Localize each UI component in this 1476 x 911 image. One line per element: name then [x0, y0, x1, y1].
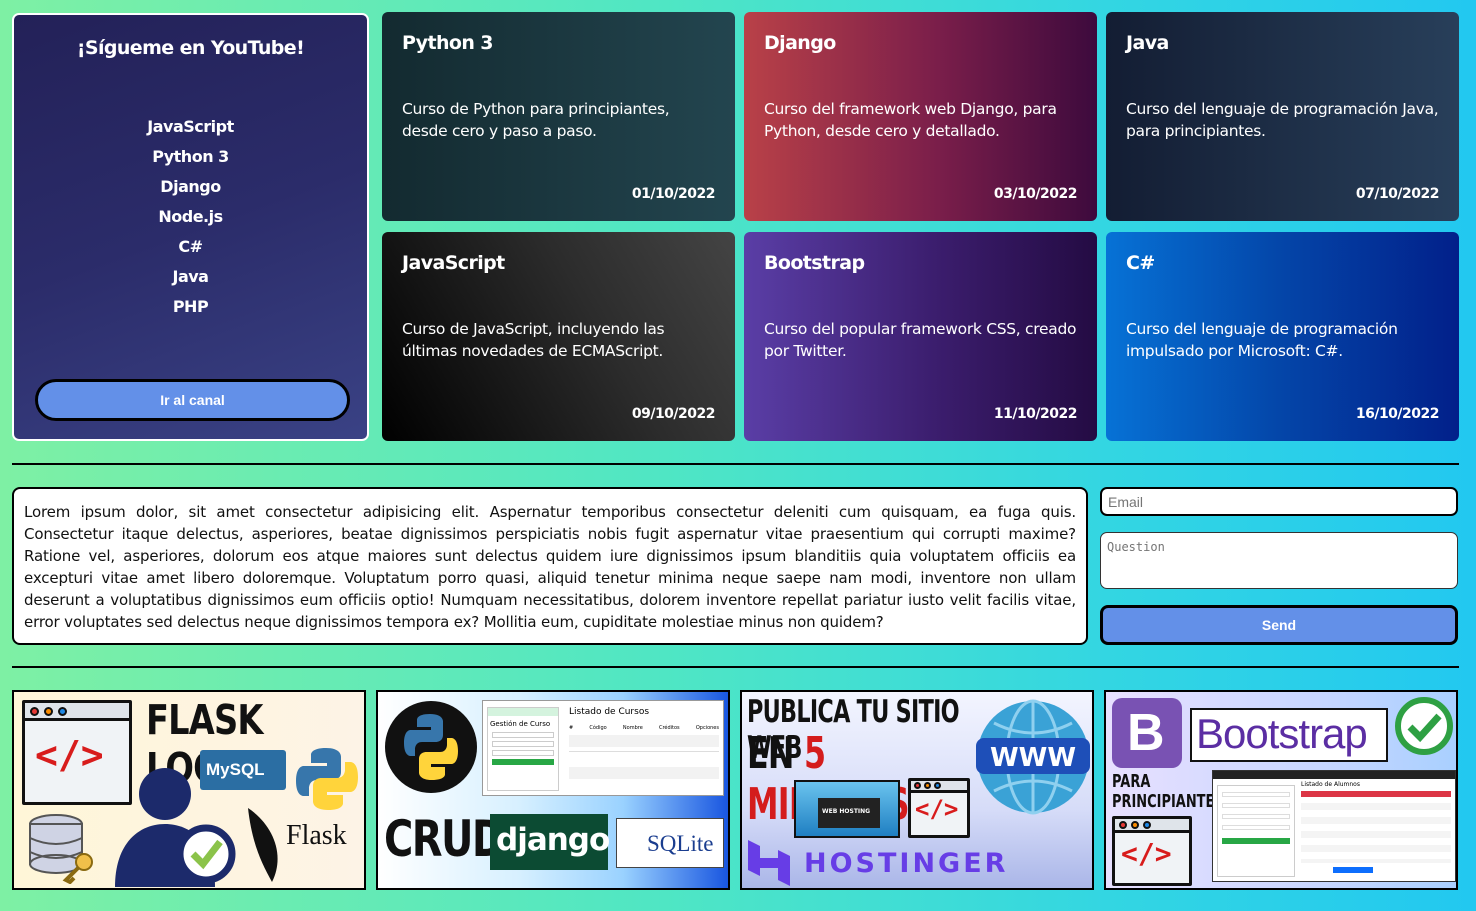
- card-date: 09/10/2022: [631, 406, 716, 422]
- card-date: 11/10/2022: [993, 406, 1078, 422]
- send-button[interactable]: Send: [1100, 605, 1458, 645]
- user-check-icon: [115, 768, 236, 887]
- thumbnail-flask-login[interactable]: </> FLASK LOGIN MySQL Flask: [12, 690, 366, 890]
- sidebar-item-java: Java: [172, 267, 209, 286]
- para-principiantes-label: PARA PRINCIPIANTES: [1112, 771, 1224, 812]
- flask-horn-icon: [248, 808, 278, 882]
- card-date: 16/10/2022: [1355, 406, 1440, 422]
- go-to-channel-button[interactable]: Ir al canal: [35, 379, 350, 421]
- hostinger-brand: HOSTINGER: [804, 848, 1009, 879]
- svg-text:WWW: WWW: [990, 743, 1076, 773]
- divider-top: [12, 463, 1459, 465]
- card-description: Curso del lenguaje de programación impul…: [1126, 320, 1398, 360]
- course-card-python[interactable]: Python 3 Curso de Python para principian…: [382, 12, 735, 221]
- card-description: Curso de JavaScript, incluyendo las últi…: [402, 320, 665, 360]
- sidebar-item-csharp: C#: [178, 237, 203, 256]
- sidebar-item-nodejs: Node.js: [158, 207, 223, 226]
- hostinger-logo-icon: [748, 840, 790, 886]
- course-card-csharp[interactable]: C# Curso del lenguaje de programación im…: [1106, 232, 1459, 441]
- database-key-icon: [29, 814, 93, 884]
- card-title: Java: [1126, 32, 1169, 54]
- card-description: Curso del lenguaje de programación Java,…: [1126, 100, 1439, 140]
- sidebar-item-django: Django: [160, 177, 221, 196]
- card-title: Django: [764, 32, 836, 54]
- divider-bottom: [12, 666, 1459, 668]
- sidebar-item-javascript: JavaScript: [147, 117, 234, 136]
- card-description: Curso del popular framework CSS, creado …: [764, 320, 1077, 360]
- python-logo-icon: [296, 748, 358, 810]
- python-logo-icon: [385, 701, 477, 793]
- sqlite-logo: SQLite: [616, 818, 724, 868]
- crud-app-mockup: Gestión de Curso Listado de Cursos # Códi…: [482, 700, 724, 796]
- bootstrap-app-mockup: Listado de Alumnos: [1212, 770, 1456, 882]
- crud-word: CRUD: [384, 810, 505, 868]
- course-card-java[interactable]: Java Curso del lenguaje de programación …: [1106, 12, 1459, 221]
- card-title: C#: [1126, 252, 1155, 274]
- card-date: 07/10/2022: [1355, 186, 1440, 202]
- email-field[interactable]: [1100, 487, 1458, 516]
- sidebar-course-list: JavaScript Python 3 Django Node.js C# Ja…: [14, 115, 367, 325]
- card-date: 01/10/2022: [631, 186, 716, 202]
- code-window-icon: </>: [1112, 816, 1192, 886]
- card-description: Curso de Python para principiantes, desd…: [402, 100, 670, 140]
- card-title: Python 3: [402, 32, 493, 54]
- card-title: JavaScript: [402, 252, 505, 274]
- course-card-django[interactable]: Django Curso del framework web Django, p…: [744, 12, 1097, 221]
- course-card-javascript[interactable]: JavaScript Curso de JavaScript, incluyen…: [382, 232, 735, 441]
- thumbnail-hostinger[interactable]: PUBLICA TU SITIO WEB EN 5 MINUTOS WWW WE…: [740, 690, 1094, 890]
- question-field[interactable]: [1100, 532, 1458, 589]
- server-icon: WEB HOSTING: [794, 780, 900, 838]
- card-date: 03/10/2022: [993, 186, 1078, 202]
- django-logo: django: [490, 814, 610, 870]
- sidebar-title: ¡Sígueme en YouTube!: [76, 37, 305, 59]
- youtube-sidebar: ¡Sígueme en YouTube! JavaScript Python 3…: [12, 13, 369, 441]
- bootstrap-word-box: Bootstrap: [1190, 708, 1388, 762]
- flask-word: Flask: [286, 820, 347, 851]
- thumbnail-bootstrap[interactable]: B Bootstrap PARA PRINCIPIANTES </> Lista…: [1104, 690, 1458, 890]
- globe-www-icon: WWW: [976, 699, 1090, 815]
- thumbnail-crud-django[interactable]: Gestión de Curso Listado de Cursos # Códi…: [376, 690, 730, 890]
- check-circle-icon: [1395, 697, 1453, 755]
- sidebar-item-python: Python 3: [152, 147, 229, 166]
- card-title: Bootstrap: [764, 252, 865, 274]
- card-description: Curso del framework web Django, para Pyt…: [764, 100, 1057, 140]
- course-card-bootstrap[interactable]: Bootstrap Curso del popular framework CS…: [744, 232, 1097, 441]
- code-window-icon: </>: [908, 778, 970, 838]
- bootstrap-logo-icon: B: [1112, 698, 1182, 768]
- lorem-text-box: Lorem ipsum dolor, sit amet consectetur …: [12, 487, 1088, 645]
- sidebar-item-php: PHP: [172, 297, 209, 316]
